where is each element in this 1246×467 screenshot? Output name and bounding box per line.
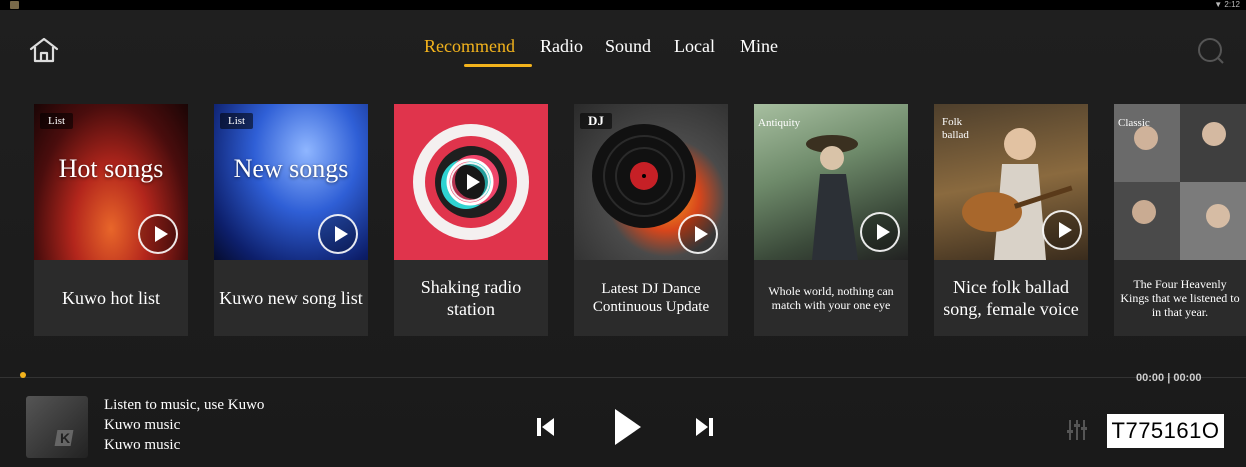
tab-radio[interactable]: Radio: [540, 34, 583, 58]
song-artist: Kuwo music: [104, 417, 181, 433]
play-icon[interactable]: [860, 212, 900, 252]
card-tag: DJ: [580, 113, 612, 129]
previous-track-icon[interactable]: [536, 416, 556, 438]
card-caption: Shaking radio station: [394, 260, 548, 336]
card-tag: Folk ballad: [942, 116, 969, 141]
album-cover[interactable]: K: [26, 396, 88, 458]
play-icon[interactable]: [138, 214, 178, 254]
status-time: 2:12: [1224, 0, 1240, 9]
tab-sound[interactable]: Sound: [605, 34, 651, 58]
card-tag: List: [220, 113, 254, 129]
card-overlay-title: Hot songs: [58, 154, 164, 183]
app-notification-icon: [10, 1, 19, 9]
active-tab-indicator: [464, 64, 532, 67]
play-icon[interactable]: [612, 406, 644, 448]
card-caption: Kuwo new song list: [214, 260, 368, 336]
status-indicators: ▼ 2:12: [1214, 0, 1240, 10]
tab-mine[interactable]: Mine: [740, 34, 778, 58]
equalizer-icon[interactable]: [1066, 418, 1088, 442]
card-caption: Whole world, nothing can match with your…: [754, 260, 908, 336]
card-tag: Antiquity: [758, 117, 801, 129]
progress-bar[interactable]: [0, 377, 1246, 378]
playback-time: 00:00 | 00:00: [1136, 372, 1202, 384]
play-icon[interactable]: [1042, 210, 1082, 250]
watermark-code: T775161O: [1107, 414, 1224, 448]
play-icon[interactable]: [450, 162, 490, 202]
play-icon[interactable]: [678, 214, 718, 254]
card-classic[interactable]: Classic The Four Heavenly Kings that we …: [1114, 104, 1246, 336]
card-caption: Nice folk ballad song, female voice: [934, 260, 1088, 336]
card-caption: Kuwo hot list: [34, 260, 188, 336]
play-icon[interactable]: [318, 214, 358, 254]
song-album: Kuwo music: [104, 437, 181, 453]
next-track-icon[interactable]: [694, 416, 714, 438]
progress-handle[interactable]: [20, 372, 26, 378]
card-overlay-title: New songs: [233, 154, 349, 183]
card-new-songs[interactable]: List New songs Kuwo new song list: [214, 104, 368, 336]
search-icon[interactable]: [1196, 36, 1226, 66]
card-hot-songs[interactable]: List Hot songs Kuwo hot list: [34, 104, 188, 336]
card-shaking-radio[interactable]: Shaking radio station: [394, 104, 548, 336]
card-tag: Classic: [1118, 117, 1150, 129]
home-icon[interactable]: [28, 36, 60, 64]
card-antiquity[interactable]: Antiquity Whole world, nothing can match…: [754, 104, 908, 336]
card-dj-dance[interactable]: DJ Latest DJ Dance Continuous Update: [574, 104, 728, 336]
card-folk-ballad[interactable]: Folk ballad Nice folk ballad song, femal…: [934, 104, 1088, 336]
card-caption: The Four Heavenly Kings that we listened…: [1114, 260, 1246, 336]
status-bar: ▼ 2:12: [0, 0, 1246, 10]
wifi-icon: ▼: [1214, 0, 1223, 9]
tab-recommend[interactable]: Recommend: [424, 34, 515, 58]
song-title: Listen to music, use Kuwo: [104, 397, 265, 413]
card-tag: List: [40, 113, 74, 129]
card-caption: Latest DJ Dance Continuous Update: [574, 260, 728, 336]
tab-local[interactable]: Local: [674, 34, 715, 58]
